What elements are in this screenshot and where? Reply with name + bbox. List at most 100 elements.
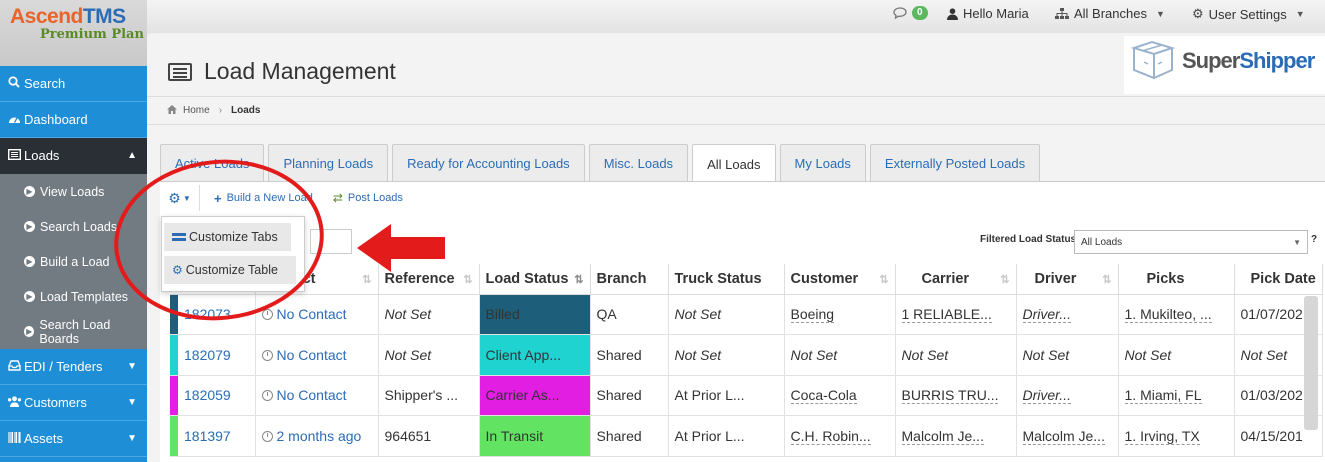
tab-all-loads[interactable]: All Loads xyxy=(692,144,776,183)
column-header-truck-status[interactable]: Truck Status xyxy=(668,264,785,295)
column-header-customer[interactable]: Customer ⇅ xyxy=(784,264,896,295)
carrier-cell-text: BURRIS TRU... xyxy=(901,387,999,405)
sort-icon: ⇅ xyxy=(1102,274,1112,286)
load-id-link[interactable]: 182079 xyxy=(178,334,256,376)
driver-cell: Driver... xyxy=(1016,375,1119,416)
app-logo[interactable]: AscendTMS Premium Plan xyxy=(0,0,147,66)
column-header-picks[interactable]: Picks xyxy=(1118,264,1235,295)
branch-cell-text: Shared xyxy=(596,427,642,444)
sidebar-subitem-load-templates[interactable]: ▶ Load Templates xyxy=(0,279,147,314)
user-menu[interactable]: Hello Maria xyxy=(947,6,1029,21)
reference-cell: Shipper's ... xyxy=(378,375,480,416)
table-row[interactable]: 181397 2 months ago 964651 In Transit Shared… xyxy=(170,415,1323,457)
column-header-pick-date[interactable]: Pick Date xyxy=(1234,264,1323,295)
customer-cell: Boeing xyxy=(784,294,896,335)
chat-icon xyxy=(893,7,907,19)
branch-cell: Shared xyxy=(590,415,669,457)
post-loads-label: Post Loads xyxy=(347,192,403,204)
settings-label: User Settings xyxy=(1208,6,1287,22)
messages-badge: 0 xyxy=(912,6,928,20)
load-id-link[interactable]: 181397 xyxy=(178,415,256,457)
inbox-icon xyxy=(6,359,22,374)
sidebar-subitem-label: Load Templates xyxy=(40,289,129,304)
pick-date-cell-text: 01/03/202 xyxy=(1240,387,1303,404)
customer-cell-text: Boeing xyxy=(790,306,835,324)
column-header-carrier[interactable]: Carrier ⇅ xyxy=(895,264,1017,295)
column-header-load-status[interactable]: Load Status ⇅ xyxy=(479,264,591,295)
branch-cell: QA xyxy=(590,294,669,335)
picks-cell-text: Not Set xyxy=(1124,346,1172,363)
chevron-right-icon: ▶ xyxy=(24,221,35,232)
row-color-bar xyxy=(170,334,178,376)
sidebar-item-edi-tenders[interactable]: EDI / Tenders ▼ xyxy=(0,349,147,385)
column-header-driver[interactable]: Driver ⇅ xyxy=(1016,264,1119,295)
picks-cell-text: 1. Miami, FL xyxy=(1124,387,1202,405)
list-icon xyxy=(6,148,22,163)
load-status-cell: Carrier As... xyxy=(479,375,591,416)
breadcrumb-home-link[interactable]: Home xyxy=(183,105,210,116)
contact-cell-text: 2 months ago xyxy=(276,427,362,444)
branch-cell-text: QA xyxy=(596,306,617,323)
row-color-bar xyxy=(170,375,178,416)
table-scrollbar[interactable] xyxy=(1304,296,1318,430)
truck-status-cell-text: Not Set xyxy=(674,306,722,323)
tab-my-loads[interactable]: My Loads xyxy=(779,144,866,182)
barcode-icon xyxy=(6,431,22,446)
reference-cell: Not Set xyxy=(378,294,480,335)
sidebar-subitem-search-load-boards[interactable]: ▶ Search Load Boards xyxy=(0,314,147,349)
caret-up-icon: ▲ xyxy=(127,150,137,161)
load-id-link[interactable]: 182059 xyxy=(178,375,256,416)
customer-cell-text: Coca-Cola xyxy=(790,387,857,405)
post-loads-button[interactable]: ⇄ Post Loads xyxy=(333,191,403,205)
sidebar-item-label: Loads xyxy=(24,148,60,163)
tab-misc-loads[interactable]: Misc. Loads xyxy=(588,144,689,182)
sidebar-item-customers[interactable]: Customers ▼ xyxy=(0,385,147,421)
load-id-link-text: 181397 xyxy=(184,427,231,444)
table-row[interactable]: 182073 No Contact Not Set Billed QA Not Set Bo… xyxy=(170,294,1323,335)
sidebar-item-assets[interactable]: Assets ▼ xyxy=(0,421,147,457)
load-id-link-text: 182079 xyxy=(184,346,231,363)
sidebar-item-loads[interactable]: Loads ▲ xyxy=(0,138,147,174)
clock-icon xyxy=(261,390,273,402)
sidebar-item-label: Search xyxy=(24,76,66,91)
row-color-bar xyxy=(170,415,178,457)
messages-button[interactable]: 0 xyxy=(893,6,928,20)
truck-status-cell: Not Set xyxy=(668,294,785,335)
caret-down-icon: ▼ xyxy=(127,361,137,372)
driver-cell-text: Driver... xyxy=(1022,306,1071,324)
tab-ready-for-accounting-loads[interactable]: Ready for Accounting Loads xyxy=(392,144,585,182)
table-row[interactable]: 182059 No Contact Shipper's ... Carrier As.… xyxy=(170,375,1323,416)
carrier-cell: Malcolm Je... xyxy=(895,415,1017,457)
help-icon[interactable]: ? xyxy=(1311,234,1317,245)
truck-status-cell: At Prior L... xyxy=(668,415,785,457)
load-id-link-text: 182059 xyxy=(184,387,231,404)
branches-dropdown[interactable]: All Branches ▼ xyxy=(1055,6,1165,21)
customer-cell-text: Not Set xyxy=(790,346,838,363)
sidebar-item-label: Dashboard xyxy=(24,112,88,127)
clock-icon xyxy=(261,309,273,321)
breadcrumb: Home › Loads xyxy=(147,96,1325,125)
filter-status-select[interactable]: All Loads ▼ xyxy=(1074,230,1308,254)
picks-cell: 1. Irving, TX xyxy=(1118,415,1235,457)
caret-down-icon: ▼ xyxy=(1295,9,1305,19)
column-header-branch[interactable]: Branch xyxy=(590,264,669,295)
tab-externally-posted-loads[interactable]: Externally Posted Loads xyxy=(869,144,1041,182)
sidebar-item-search[interactable]: Search xyxy=(0,66,147,102)
driver-cell: Not Set xyxy=(1016,334,1119,376)
driver-cell-text: Driver... xyxy=(1022,387,1071,405)
table-row[interactable]: 182079 No Contact Not Set Client App... Shar… xyxy=(170,334,1323,376)
branch-cell-text: Shared xyxy=(596,346,642,363)
load-status-cell-text: In Transit xyxy=(485,427,544,444)
sitemap-icon xyxy=(1055,7,1069,19)
plan-label: Premium Plan xyxy=(40,27,144,42)
contact-cell: No Contact xyxy=(255,334,379,376)
user-settings-dropdown[interactable]: ⚙ User Settings ▼ xyxy=(1192,6,1305,22)
sidebar-subitem-view-loads[interactable]: ▶ View Loads xyxy=(0,174,147,209)
chevron-right-icon: ▶ xyxy=(24,256,35,267)
contact-cell: No Contact xyxy=(255,375,379,416)
sidebar-item-label: Assets xyxy=(24,431,64,446)
sidebar-item-dashboard[interactable]: Dashboard xyxy=(0,102,147,138)
search-icon xyxy=(6,76,22,91)
picks-cell: Not Set xyxy=(1118,334,1235,376)
breadcrumb-current: Loads xyxy=(231,105,261,116)
